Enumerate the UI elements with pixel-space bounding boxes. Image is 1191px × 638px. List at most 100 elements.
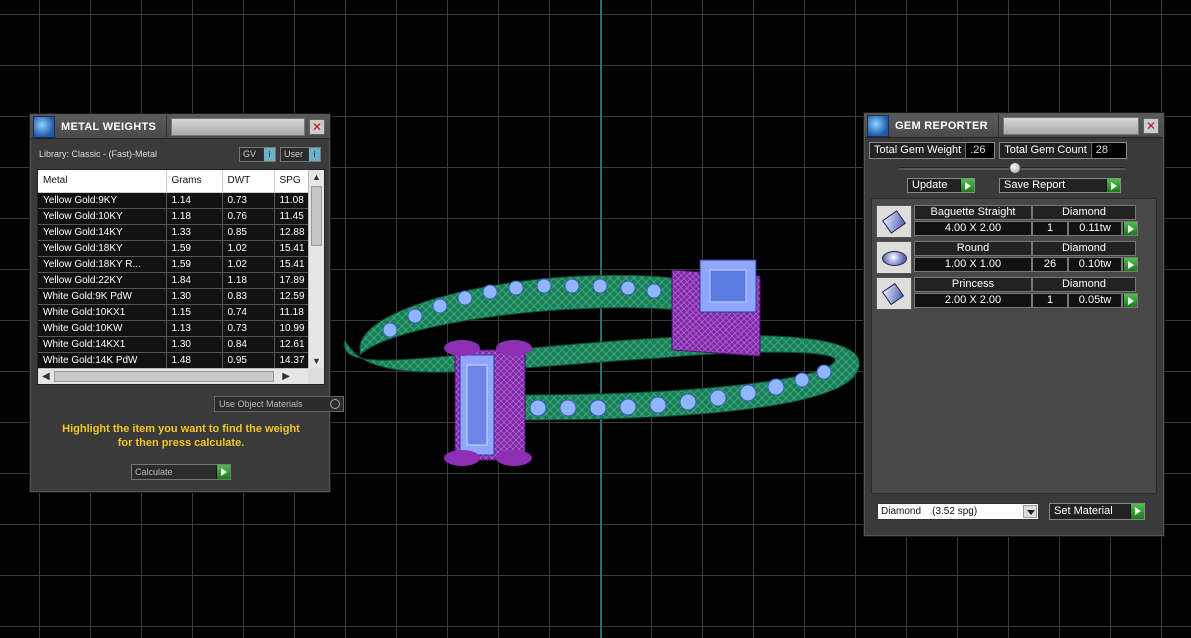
table-row[interactable]: Yellow Gold:22KY 1.84 1.18 17.89 (38, 272, 311, 289)
cell-grams: 1.18 (166, 208, 223, 225)
table-row[interactable]: Yellow Gold:9KY 1.14 0.73 11.08 (38, 192, 311, 209)
table-row[interactable]: Yellow Gold:10KY 1.18 0.76 11.45 (38, 208, 311, 225)
cell-spg: 15.41 (274, 256, 311, 273)
metal-weights-title: METAL WEIGHTS (61, 114, 168, 139)
cell-grams: 1.59 (166, 240, 223, 257)
cell-grams: 1.15 (166, 304, 223, 321)
scroll-thumb[interactable] (311, 186, 322, 246)
gem-reporter-panel: GEM REPORTER ✕ Total Gem Weight .26 Tota… (864, 113, 1164, 536)
metal-weights-panel: METAL WEIGHTS ✕ Library: Classic - (Fast… (30, 114, 344, 492)
gem-material: Diamond (1032, 205, 1136, 220)
cell-spg: 10.99 (274, 320, 311, 337)
gem-reporter-icon (867, 114, 889, 137)
cell-dwt: 0.85 (222, 224, 275, 241)
cell-spg: 12.88 (274, 224, 311, 241)
calculate-label: Calculate (135, 467, 173, 477)
gem-size: 2.00 X 2.00 (914, 293, 1032, 308)
col-header-metal[interactable]: Metal (38, 170, 167, 193)
gem-row-baguette[interactable]: Baguette Straight Diamond 4.00 X 2.00 1 … (876, 205, 1138, 239)
instruction-text: Highlight the item you want to find the … (41, 422, 321, 450)
table-row[interactable]: White Gold:9K PdW 1.30 0.83 12.59 (38, 288, 311, 305)
play-arrow-icon (216, 465, 230, 479)
baguette-gem-icon (876, 205, 912, 238)
use-object-materials-label: Use Object Materials (219, 399, 303, 409)
cell-dwt: 0.84 (222, 336, 275, 353)
cell-metal: White Gold:14K PdW (38, 352, 167, 369)
gem-row-go-button[interactable] (1122, 257, 1138, 272)
ring-model[interactable] (330, 230, 870, 490)
metal-weights-titlebar[interactable]: METAL WEIGHTS ✕ (31, 114, 329, 139)
close-icon[interactable]: ✕ (309, 118, 325, 135)
vertical-scrollbar[interactable]: ▲ ▼ (308, 170, 324, 368)
use-object-materials-toggle[interactable]: Use Object Materials (214, 396, 344, 412)
gem-size: 1.00 X 1.00 (914, 257, 1032, 272)
gem-weight: 0.11tw (1068, 221, 1122, 236)
close-icon[interactable]: ✕ (1143, 117, 1159, 134)
gv-toggle[interactable]: GV i (239, 146, 276, 162)
play-arrow-icon (1123, 294, 1137, 307)
cell-grams: 1.13 (166, 320, 223, 337)
cell-dwt: 0.74 (222, 304, 275, 321)
table-row[interactable]: Yellow Gold:18KY 1.59 1.02 15.41 (38, 240, 311, 257)
set-material-button[interactable]: Set Material (1049, 503, 1145, 520)
col-header-dwt[interactable]: DWT (222, 170, 275, 193)
scroll-corner (308, 368, 324, 384)
cell-metal: Yellow Gold:22KY (38, 272, 167, 289)
chevron-left-icon[interactable]: ◀ (42, 371, 50, 382)
cell-spg: 11.18 (274, 304, 311, 321)
cell-metal: White Gold:9K PdW (38, 288, 167, 305)
calculate-button[interactable]: Calculate (131, 464, 231, 480)
cell-metal: Yellow Gold:18KY (38, 240, 167, 257)
table-row[interactable]: White Gold:14KX1 1.30 0.84 12.61 (38, 336, 311, 353)
gem-shape: Princess (914, 277, 1032, 292)
horizontal-scrollbar[interactable]: ◀ ▶ (38, 368, 310, 384)
table-row[interactable]: Yellow Gold:14KY 1.33 0.85 12.88 (38, 224, 311, 241)
total-gem-count: Total Gem Count 28 (999, 142, 1127, 159)
set-material-label: Set Material (1054, 505, 1113, 517)
cell-spg: 11.45 (274, 208, 311, 225)
cell-grams: 1.84 (166, 272, 223, 289)
cell-grams: 1.59 (166, 256, 223, 273)
table-row[interactable]: White Gold:10KX1 1.15 0.74 11.18 (38, 304, 311, 321)
gem-size: 4.00 X 2.00 (914, 221, 1032, 236)
update-button[interactable]: Update (907, 178, 975, 193)
cell-spg: 12.59 (274, 288, 311, 305)
gem-material: Diamond (1032, 241, 1136, 256)
total-gem-count-value: 28 (1091, 143, 1126, 158)
table-row[interactable]: Yellow Gold:18KY R... 1.59 1.02 15.41 (38, 256, 311, 273)
save-report-button[interactable]: Save Report (999, 178, 1121, 193)
gem-row-go-button[interactable] (1122, 293, 1138, 308)
cell-metal: White Gold:10KW (38, 320, 167, 337)
play-arrow-icon (1123, 222, 1137, 235)
cell-grams: 1.33 (166, 224, 223, 241)
col-header-spg[interactable]: SPG (274, 170, 311, 193)
material-select[interactable]: Diamond (3.52 spg) (877, 503, 1039, 520)
gem-row-princess[interactable]: Princess Diamond 2.00 X 2.00 1 0.05tw (876, 277, 1138, 311)
col-header-grams[interactable]: Grams (166, 170, 223, 193)
cell-spg: 12.61 (274, 336, 311, 353)
cell-dwt: 0.76 (222, 208, 275, 225)
gem-reporter-titlebar[interactable]: GEM REPORTER ✕ (865, 113, 1163, 138)
cell-grams: 1.30 (166, 336, 223, 353)
cell-metal: White Gold:10KX1 (38, 304, 167, 321)
chevron-down-icon[interactable]: ▼ (309, 354, 324, 368)
gem-row-go-button[interactable] (1122, 221, 1138, 236)
table-row[interactable]: White Gold:10KW 1.13 0.73 10.99 (38, 320, 311, 337)
hint-line-2: for then press calculate. (117, 437, 245, 449)
slider-handle[interactable] (1009, 162, 1021, 174)
chevron-down-icon[interactable] (1023, 505, 1037, 518)
hint-line-1: Highlight the item you want to find the … (62, 423, 300, 435)
gv-label: GV (243, 149, 257, 159)
user-toggle[interactable]: User i (280, 146, 321, 162)
cell-metal: Yellow Gold:14KY (38, 224, 167, 241)
cell-dwt: 0.73 (222, 320, 275, 337)
hscroll-thumb[interactable] (54, 371, 274, 382)
cell-dwt: 1.02 (222, 240, 275, 257)
table-row[interactable]: White Gold:14K PdW 1.48 0.95 14.37 (38, 352, 311, 369)
gem-row-round[interactable]: Round Diamond 1.00 X 1.00 26 0.10tw (876, 241, 1138, 275)
chevron-up-icon[interactable]: ▲ (309, 170, 324, 184)
play-arrow-icon (1123, 258, 1137, 271)
material-select-value: Diamond (3.52 spg) (881, 506, 978, 517)
chevron-right-icon[interactable]: ▶ (282, 371, 290, 382)
metal-table: Metal Grams DWT SPG Yellow Gold:9KY 1.14 0… (37, 169, 325, 385)
